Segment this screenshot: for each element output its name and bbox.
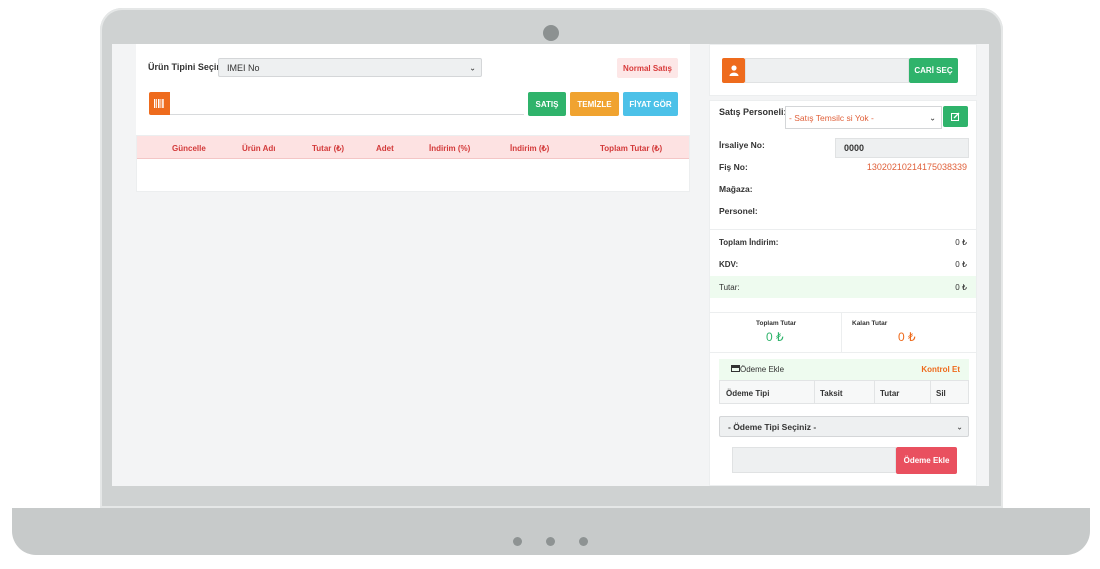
add-payment-button[interactable]: Ödeme Ekle bbox=[896, 447, 957, 474]
payment-type-placeholder: - Ödeme Tipi Seçiniz - bbox=[728, 421, 817, 432]
receipt-number: 13020210214175038339 bbox=[866, 162, 967, 172]
remaining-amount-label: Kalan Tutar bbox=[852, 320, 888, 327]
price-check-button[interactable]: FİYAT GÖR bbox=[623, 92, 678, 116]
divider bbox=[710, 352, 976, 353]
camera-dot bbox=[543, 25, 559, 41]
clear-button-label: TEMİZLE bbox=[577, 99, 612, 109]
sales-staff-label: Satış Personeli: bbox=[719, 107, 787, 117]
edit-icon[interactable] bbox=[943, 106, 968, 127]
product-type-value: IMEI No bbox=[227, 62, 260, 73]
customer-panel: CARİ SEÇ bbox=[709, 44, 977, 96]
product-table-header: Güncelle Ürün Adı Tutar (₺) Adet İndirim… bbox=[137, 136, 689, 159]
total-discount-value: 0 ₺ bbox=[955, 238, 967, 247]
amount-row: Tutar: 0 ₺ bbox=[710, 276, 976, 298]
remaining-amount-value: 0 ₺ bbox=[898, 330, 916, 344]
product-type-label: Ürün Tipini Seçiniz bbox=[148, 62, 229, 72]
chevron-down-icon: ⌄ bbox=[956, 422, 963, 431]
sale-mode-badge[interactable]: Normal Satış bbox=[617, 58, 678, 78]
payment-amount-input[interactable] bbox=[732, 447, 896, 473]
payment-type-select[interactable]: - Ödeme Tipi Seçiniz - ⌄ bbox=[719, 416, 969, 437]
customer-input[interactable] bbox=[745, 58, 909, 83]
divider bbox=[841, 312, 842, 352]
check-link[interactable]: Kontrol Et bbox=[921, 365, 960, 374]
chevron-down-icon: ⌄ bbox=[469, 63, 476, 72]
payment-title: Ödeme Ekle bbox=[740, 365, 785, 374]
column-header: Adet bbox=[376, 144, 394, 153]
divider bbox=[710, 229, 976, 230]
amount-label: Tutar: bbox=[719, 283, 740, 292]
store-label: Mağaza: bbox=[719, 184, 753, 194]
select-customer-button[interactable]: CARİ SEÇ bbox=[909, 58, 958, 83]
receipt-panel: Satış Personeli: - Satış Temsilc si Yok … bbox=[709, 100, 977, 486]
app-screen: Ürün Tipini Seçiniz IMEI No ⌄ Normal Sat… bbox=[112, 44, 989, 486]
laptop-base bbox=[12, 508, 1090, 555]
barcode-icon bbox=[149, 92, 170, 115]
sale-button[interactable]: SATIŞ bbox=[528, 92, 566, 116]
divider bbox=[710, 312, 976, 313]
barcode-input[interactable] bbox=[170, 92, 524, 115]
waybill-field[interactable]: 0000 bbox=[835, 138, 969, 158]
total-amount-value: 0 ₺ bbox=[766, 330, 784, 344]
total-discount-label: Toplam İndirim: bbox=[719, 238, 779, 247]
sales-staff-value: - Satış Temsilc si Yok - bbox=[789, 112, 874, 123]
sales-staff-select[interactable]: - Satış Temsilc si Yok - ⌄ bbox=[785, 106, 942, 129]
sale-entry-panel: Ürün Tipini Seçiniz IMEI No ⌄ Normal Sat… bbox=[136, 44, 690, 192]
column-header: İndirim (%) bbox=[429, 144, 471, 153]
vat-value: 0 ₺ bbox=[955, 260, 967, 269]
sale-button-label: SATIŞ bbox=[535, 99, 559, 109]
price-check-label: FİYAT GÖR bbox=[629, 99, 672, 109]
card-icon bbox=[731, 365, 740, 372]
select-customer-label: CARİ SEÇ bbox=[914, 66, 953, 75]
column-header: Sil bbox=[936, 389, 946, 398]
sale-mode-label: Normal Satış bbox=[623, 63, 672, 73]
add-payment-label: Ödeme Ekle bbox=[903, 456, 950, 465]
payment-table-header: Ödeme Tipi Taksit Tutar Sil bbox=[719, 380, 969, 404]
waybill-label: İrsaliye No: bbox=[719, 140, 765, 150]
product-type-select[interactable]: IMEI No ⌄ bbox=[218, 58, 482, 77]
column-header: Güncelle bbox=[172, 144, 206, 153]
chevron-down-icon: ⌄ bbox=[929, 113, 936, 122]
column-header: Ürün Adı bbox=[242, 144, 276, 153]
total-amount-label: Toplam Tutar bbox=[756, 320, 797, 327]
column-header: Tutar (₺) bbox=[312, 144, 345, 153]
product-table: Güncelle Ürün Adı Tutar (₺) Adet İndirim… bbox=[136, 135, 690, 192]
receipt-label: Fiş No: bbox=[719, 162, 748, 172]
column-header: Toplam Tutar (₺) bbox=[600, 144, 663, 153]
payment-header: Ödeme Ekle Kontrol Et bbox=[719, 359, 969, 380]
vat-label: KDV: bbox=[719, 260, 739, 269]
user-icon bbox=[722, 58, 745, 83]
column-header: Tutar bbox=[880, 389, 900, 398]
laptop-mockup: Ürün Tipini Seçiniz IMEI No ⌄ Normal Sat… bbox=[0, 0, 1100, 569]
waybill-value: 0000 bbox=[844, 143, 865, 153]
staff-label: Personel: bbox=[719, 206, 758, 216]
laptop-foot bbox=[579, 537, 588, 546]
laptop-foot bbox=[513, 537, 522, 546]
column-header: Ödeme Tipi bbox=[726, 389, 770, 398]
laptop-foot bbox=[546, 537, 555, 546]
clear-button[interactable]: TEMİZLE bbox=[570, 92, 619, 116]
column-header: Taksit bbox=[820, 389, 843, 398]
amount-value: 0 ₺ bbox=[955, 283, 967, 292]
column-header: İndirim (₺) bbox=[510, 144, 550, 153]
